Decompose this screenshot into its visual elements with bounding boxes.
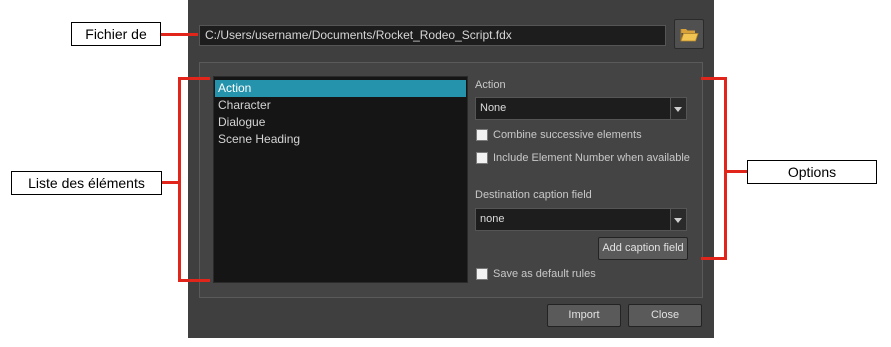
callout-file-line xyxy=(161,33,198,36)
callout-options-bracket xyxy=(724,77,727,260)
script-path-field[interactable]: C:/Users/username/Documents/Rocket_Rodeo… xyxy=(199,25,666,46)
callout-elements-bracket-top xyxy=(178,77,210,80)
close-button[interactable]: Close xyxy=(628,304,702,327)
combine-label: Combine successive elements xyxy=(493,129,642,141)
callout-elements: Liste des éléments xyxy=(11,171,162,195)
combine-checkbox[interactable] xyxy=(476,129,488,141)
add-caption-field-button[interactable]: Add caption field xyxy=(598,237,688,260)
include-number-checkbox[interactable] xyxy=(476,152,488,164)
browse-button[interactable] xyxy=(674,19,704,49)
chevron-down-icon xyxy=(670,98,686,119)
folder-open-icon xyxy=(680,29,699,42)
callout-elements-bracket xyxy=(178,77,181,282)
save-default-label: Save as default rules xyxy=(493,268,596,280)
callout-elements-bracket-bottom xyxy=(178,279,210,282)
element-list[interactable]: Action Character Dialogue Scene Heading xyxy=(213,76,468,283)
callout-options-line xyxy=(726,170,747,173)
destination-label: Destination caption field xyxy=(475,189,592,201)
import-button[interactable]: Import xyxy=(547,304,621,327)
action-dropdown[interactable]: None xyxy=(475,97,687,120)
list-item[interactable]: Dialogue xyxy=(215,114,466,131)
action-dropdown-value: None xyxy=(480,102,507,114)
list-item[interactable]: Character xyxy=(215,97,466,114)
list-item[interactable]: Scene Heading xyxy=(215,131,466,148)
callout-options-bracket-top xyxy=(701,77,727,80)
action-label: Action xyxy=(475,79,506,91)
callout-options-bracket-bottom xyxy=(701,257,727,260)
include-number-label: Include Element Number when available xyxy=(493,152,690,164)
chevron-down-icon xyxy=(670,209,686,230)
destination-dropdown[interactable]: none xyxy=(475,208,687,231)
callout-options: Options xyxy=(747,160,877,184)
callout-file: Fichier de xyxy=(71,22,161,46)
list-item[interactable]: Action xyxy=(215,80,466,97)
destination-dropdown-value: none xyxy=(480,213,505,225)
save-default-checkbox[interactable] xyxy=(476,268,488,280)
